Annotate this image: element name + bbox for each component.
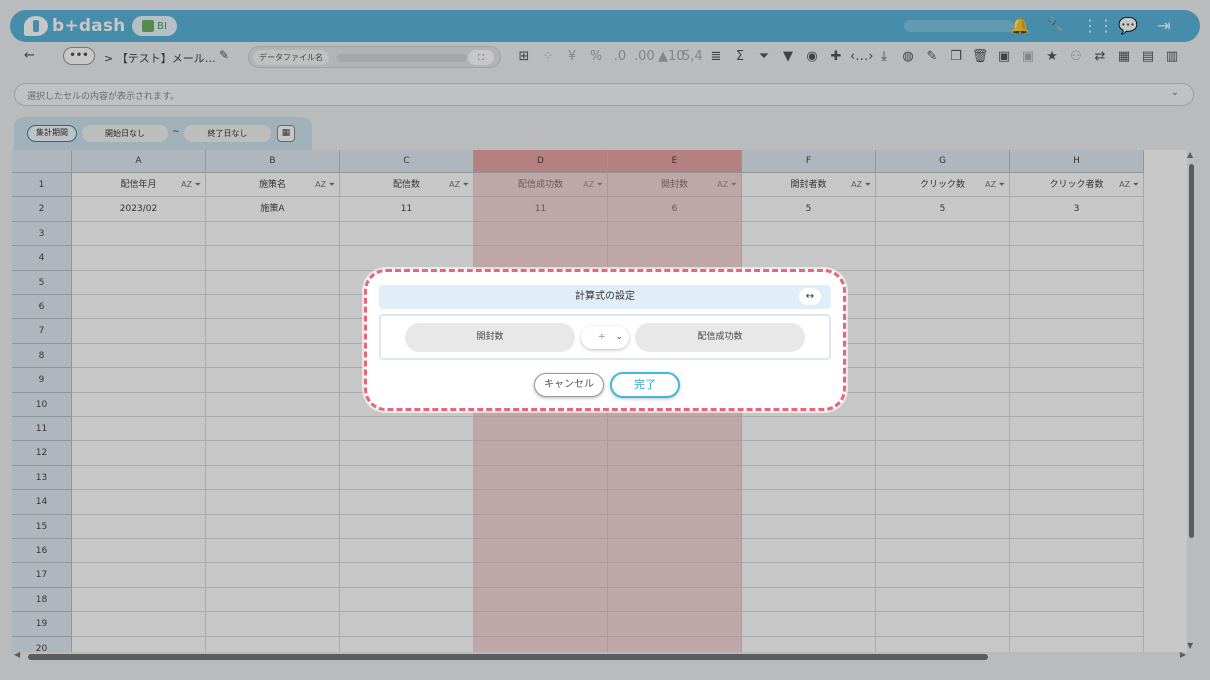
formula-editor: 開封数 ÷ ⌄ 配信成功数 bbox=[379, 314, 831, 360]
left-operand-field[interactable]: 開封数 bbox=[405, 323, 575, 352]
operator-value: ÷ bbox=[598, 332, 606, 342]
swap-arrows-icon[interactable]: ↔ bbox=[799, 288, 821, 305]
chevron-down-icon: ⌄ bbox=[615, 332, 623, 342]
operator-select[interactable]: ÷ ⌄ bbox=[581, 326, 629, 349]
dialog-title: 計算式の設定 bbox=[575, 291, 635, 302]
dialog-title-bar: 計算式の設定 ↔ bbox=[379, 285, 831, 309]
right-operand-field[interactable]: 配信成功数 bbox=[635, 323, 805, 352]
done-button[interactable]: 完了 bbox=[610, 372, 680, 398]
cancel-button[interactable]: キャンセル bbox=[534, 373, 604, 397]
formula-settings-dialog: 計算式の設定 ↔ 開封数 ÷ ⌄ 配信成功数 キャンセル 完了 bbox=[364, 269, 846, 411]
